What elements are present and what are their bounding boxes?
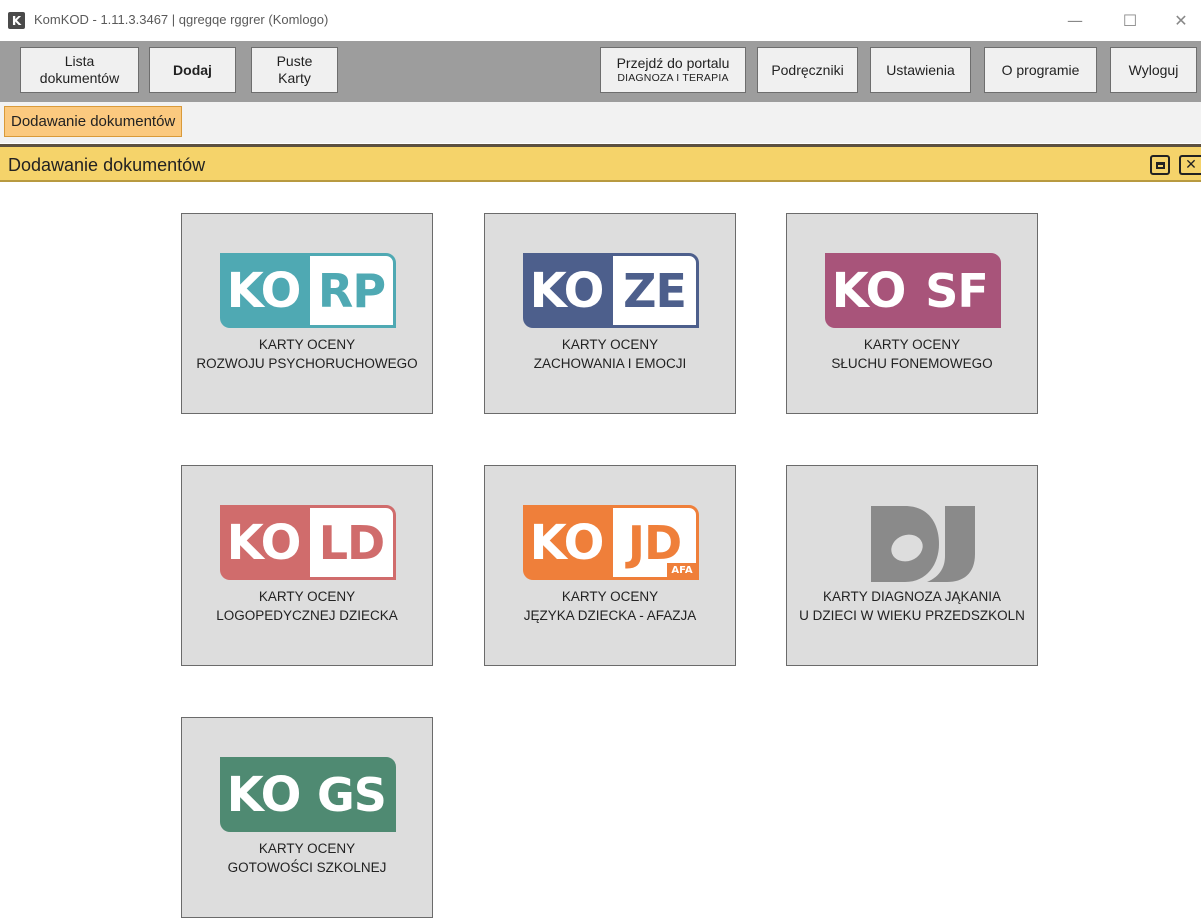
kogs-logo-right: GS [307,757,396,832]
add-label: Dodaj [173,61,212,78]
kold-caption-line1: KARTY OCENY [258,589,356,604]
afa-badge: AFA [667,563,697,578]
portal-label-2: DIAGNOZA I TERAPIA [617,72,729,84]
portal-button[interactable]: Przejdź do portalu DIAGNOZA I TERAPIA [600,47,746,93]
kogs-caption-line1: KARTY OCENY [258,841,356,856]
korp-logo-left: KO [220,253,307,328]
kogs-logo: KO GS [220,757,396,832]
close-window-icon[interactable]: ✕ [1166,8,1196,32]
dj-caption: KARTY DIAGNOZA JĄKANIA U DZIECI W WIEKU … [787,587,1037,625]
main-toolbar: Lista dokumentów Dodaj Puste Karty Przej… [0,41,1201,102]
dj-caption-line1: KARTY DIAGNOZA JĄKANIA [822,589,1002,604]
kogs-caption: KARTY OCENY GOTOWOŚCI SZKOLNEJ [182,839,432,877]
window-titlebar: K KomKOD - 1.11.3.3467 | qgregqe rggrer … [0,0,1201,41]
manuals-label: Podręczniki [771,61,844,78]
about-label: O programie [1001,61,1080,78]
settings-label: Ustawienia [886,61,955,78]
document-list-label-1: Lista [64,53,95,69]
settings-button[interactable]: Ustawienia [870,47,971,93]
manuals-button[interactable]: Podręczniki [757,47,858,93]
minimize-icon[interactable]: — [1060,8,1090,32]
dj-logo [871,506,975,582]
empty-cards-button[interactable]: Puste Karty [251,47,338,93]
document-list-button[interactable]: Lista dokumentów [20,47,139,93]
kold-logo: KO LD [220,505,396,580]
kold-logo-left: KO [220,505,307,580]
card-dj[interactable]: KARTY DIAGNOZA JĄKANIA U DZIECI W WIEKU … [786,465,1038,666]
card-kold[interactable]: KO LD KARTY OCENY LOGOPEDYCZNEJ DZIECKA [181,465,433,666]
card-koze[interactable]: KO ZE KARTY OCENY ZACHOWANIA I EMOCJI [484,213,736,414]
logout-label: Wyloguj [1128,61,1179,78]
kosf-logo-left: KO [825,253,912,328]
kogs-logo-left: KO [220,757,307,832]
kojd-logo-left: KO [523,505,610,580]
korp-caption: KARTY OCENY ROZWOJU PSYCHORUCHOWEGO [182,335,432,373]
card-korp[interactable]: KO RP KARTY OCENY ROZWOJU PSYCHORUCHOWEG… [181,213,433,414]
empty-cards-label-2: Karty [278,70,311,86]
restore-panel-icon[interactable] [1150,155,1170,175]
restore-panel-glyph [1155,161,1165,169]
document-tabstrip: Dodawanie dokumentów [0,102,1201,143]
korp-logo: KO RP [220,253,396,328]
koze-caption-line2: ZACHOWANIA I EMOCJI [533,356,687,371]
korp-caption-line1: KARTY OCENY [258,337,356,352]
kojd-logo-right-text: JD [627,515,682,570]
app-icon: K [8,12,25,29]
document-list-label-2: dokumentów [39,70,120,86]
koze-logo-left: KO [523,253,610,328]
window-title: KomKOD - 1.11.3.3467 | qgregqe rggrer (K… [34,12,329,27]
koze-logo: KO ZE [523,253,699,328]
kosf-logo: KO SF [825,253,1001,328]
card-kogs[interactable]: KO GS KARTY OCENY GOTOWOŚCI SZKOLNEJ [181,717,433,918]
kojd-caption-line2: JĘZYKA DZIECKA - AFAZJA [523,608,697,623]
kosf-logo-right: SF [912,253,1001,328]
kojd-logo: KO JD AFA [523,505,699,580]
maximize-icon[interactable]: ☐ [1115,8,1145,32]
card-kojd[interactable]: KO JD AFA KARTY OCENY JĘZYKA DZIECKA - A… [484,465,736,666]
add-button[interactable]: Dodaj [149,47,236,93]
kold-caption: KARTY OCENY LOGOPEDYCZNEJ DZIECKA [182,587,432,625]
dj-caption-line2: U DZIECI W WIEKU PRZEDSZKOLN [799,608,1025,623]
logout-button[interactable]: Wyloguj [1110,47,1197,93]
kosf-caption-line1: KARTY OCENY [863,337,961,352]
korp-logo-right: RP [307,253,396,328]
kosf-caption: KARTY OCENY SŁUCHU FONEMOWEGO [787,335,1037,373]
koze-caption: KARTY OCENY ZACHOWANIA I EMOCJI [485,335,735,373]
card-kosf[interactable]: KO SF KARTY OCENY SŁUCHU FONEMOWEGO [786,213,1038,414]
about-button[interactable]: O programie [984,47,1097,93]
close-panel-icon[interactable]: ✕ [1179,155,1201,175]
koze-caption-line1: KARTY OCENY [561,337,659,352]
koze-logo-right: ZE [610,253,699,328]
kold-caption-line2: LOGOPEDYCZNEJ DZIECKA [216,608,398,623]
kojd-logo-right: JD AFA [610,505,699,580]
kojd-caption-line1: KARTY OCENY [561,589,659,604]
panel-title: Dodawanie dokumentów [8,155,206,175]
empty-cards-label-1: Puste [276,53,313,69]
kogs-caption-line2: GOTOWOŚCI SZKOLNEJ [227,860,387,875]
portal-label-1: Przejdź do portalu [616,55,730,71]
tab-add-documents[interactable]: Dodawanie dokumentów [4,106,183,137]
korp-caption-line2: ROZWOJU PSYCHORUCHOWEGO [196,356,418,371]
panel-header: Dodawanie dokumentów ✕ [0,144,1201,182]
kold-logo-right: LD [307,505,396,580]
kojd-caption: KARTY OCENY JĘZYKA DZIECKA - AFAZJA [485,587,735,625]
kosf-caption-line2: SŁUCHU FONEMOWEGO [831,356,993,371]
